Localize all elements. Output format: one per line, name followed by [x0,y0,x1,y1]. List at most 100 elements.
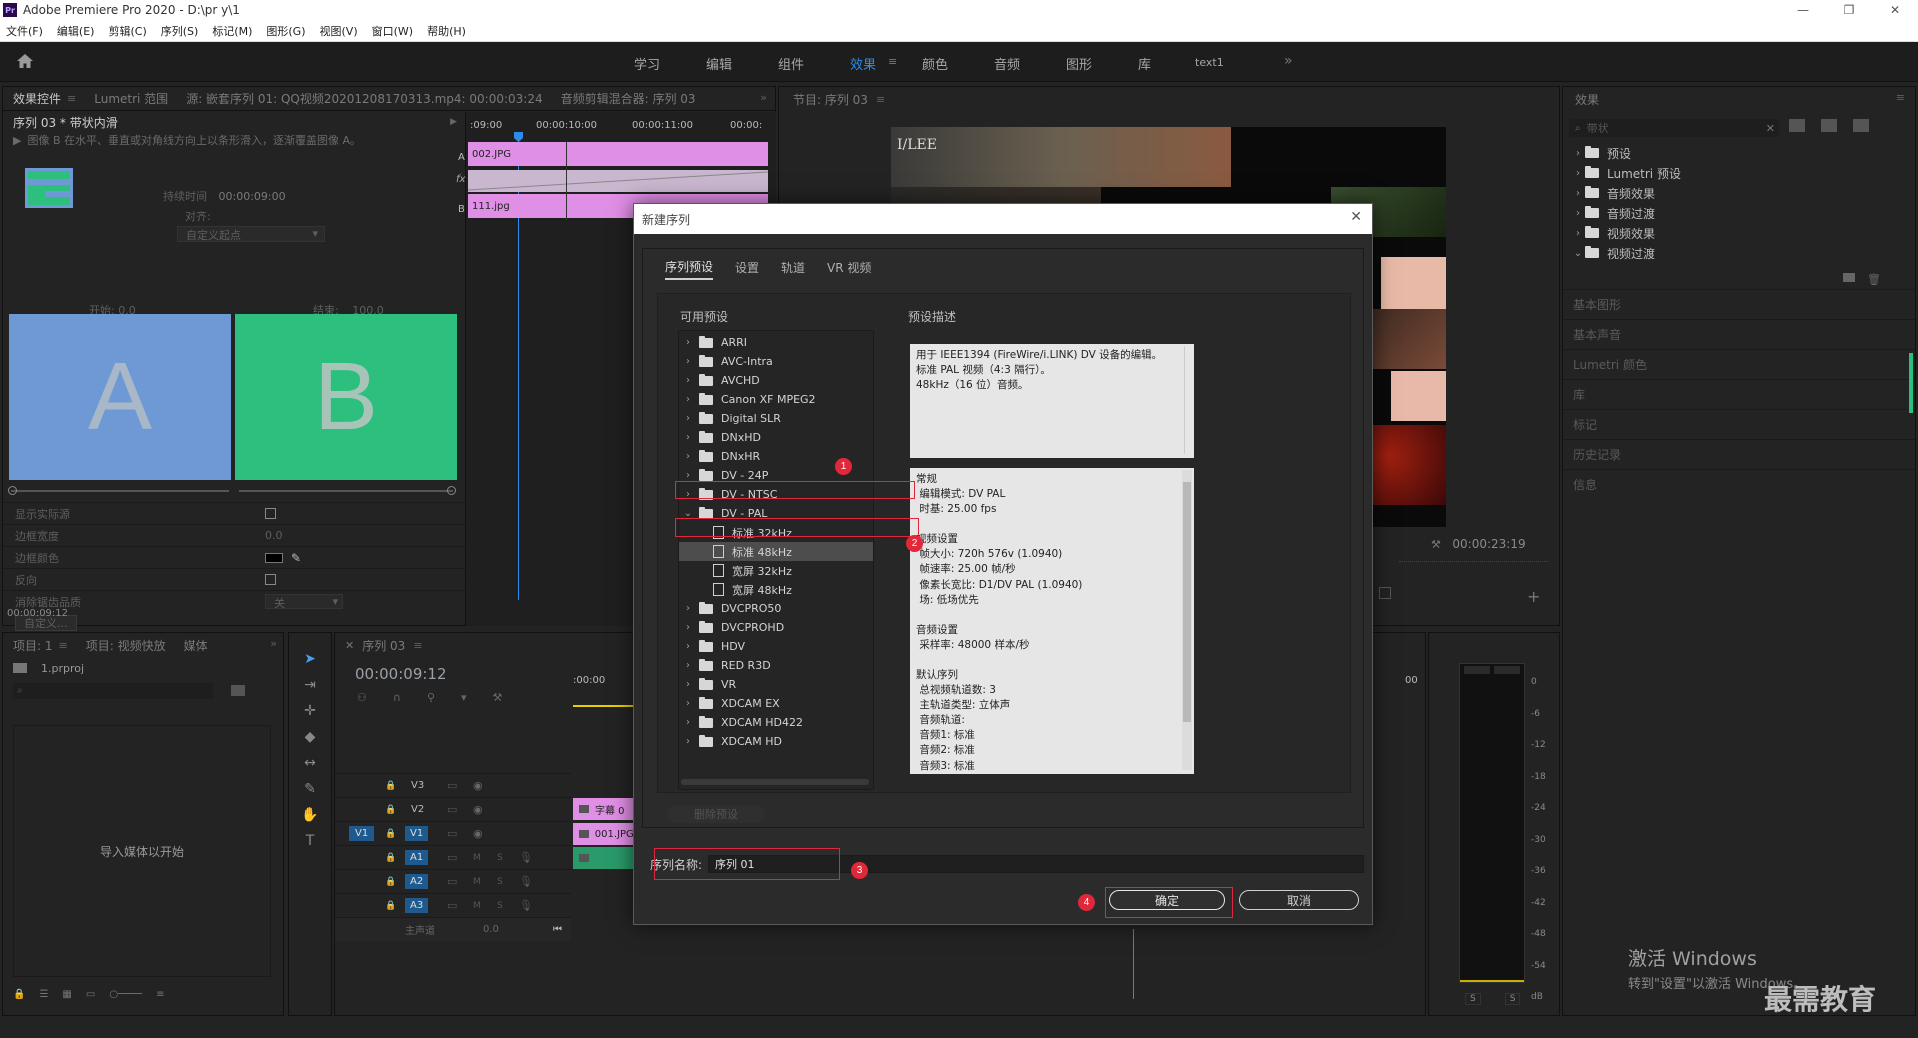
clip-a1-audio[interactable] [573,847,633,869]
effects-item-audio-transitions[interactable]: › 音频过渡 [1571,203,1901,223]
clip-v2-title[interactable]: 字幕 0 [573,798,633,820]
track-sync-icon[interactable]: ▭ [447,779,457,792]
section-history[interactable]: 历史记录 [1563,439,1915,469]
track-lock-icon[interactable]: 🔒 [385,877,396,887]
preset-item[interactable]: 宽屏 48kHz [679,580,873,599]
preset-item[interactable]: 标准 48kHz [679,542,873,561]
preset-item[interactable]: › XDCAM HD [679,732,873,751]
chevron-right-icon[interactable]: › [681,641,695,652]
workspace-libraries[interactable]: 库 [1138,54,1151,73]
home-icon[interactable] [16,53,34,69]
chevron-right-icon[interactable]: › [681,337,695,348]
32bit-effects-icon[interactable] [1821,119,1837,132]
more-workspaces-icon[interactable]: » [1284,53,1293,69]
tab-tracks[interactable]: 轨道 [781,259,805,279]
tab-lumetri-scopes[interactable]: Lumetri 范围 [94,90,168,107]
clip-a[interactable]: 002.JPG [468,142,768,166]
icon-view-icon[interactable]: ▦ [62,989,71,1000]
workspace-graphics[interactable]: 图形 [1066,54,1092,73]
align-dropdown[interactable]: 自定义起点 ▾ [177,226,325,242]
tab-project-1[interactable]: 项目: 1 [13,637,53,654]
preset-item[interactable]: › XDCAM EX [679,694,873,713]
track-select-tool-icon[interactable]: ⇥ [304,677,316,693]
workspace-edit[interactable]: 编辑 [706,54,732,73]
start-slider[interactable] [8,486,229,495]
close-window-icon[interactable]: ✕ [1872,0,1918,20]
chevron-right-icon[interactable]: › [681,736,695,747]
workspace-audio[interactable]: 音频 [994,54,1020,73]
chevron-right-icon[interactable]: › [681,356,695,367]
tab-program[interactable]: 节目: 序列 03 [793,91,868,108]
type-tool-icon[interactable]: T [306,833,315,849]
transition-bar[interactable] [468,170,768,192]
project-drop-area[interactable]: 导入媒体以开始 [13,725,271,977]
preset-item[interactable]: › XDCAM HD422 [679,713,873,732]
workspace-assembly[interactable]: 组件 [778,54,804,73]
tab-sequence-presets[interactable]: 序列预设 [665,258,714,280]
panel-overflow-icon[interactable]: » [760,91,767,104]
tab-media-browser[interactable]: 媒体 [184,637,208,654]
track-eye-icon[interactable]: ◉ [473,803,483,816]
export-frame-icon[interactable] [1379,587,1391,599]
razor-tool-icon[interactable]: ◆ [305,729,316,745]
duration-value[interactable]: 00:00:09:00 [219,190,286,203]
menu-window[interactable]: 窗口(W) [372,23,413,39]
track-eye-icon[interactable]: ◉ [473,779,483,792]
end-slider[interactable] [239,486,456,495]
effects-item-audio-effects[interactable]: › 音频效果 [1571,183,1901,203]
track-eye-icon[interactable]: ◉ [473,827,483,840]
restore-icon[interactable]: ❐ [1826,0,1872,20]
menu-view[interactable]: 视图(V) [320,23,358,39]
mic-icon[interactable]: 🎙 [519,899,533,912]
section-markers[interactable]: 标记 [1563,409,1915,439]
section-libraries[interactable]: 库 [1563,379,1915,409]
menu-sequence[interactable]: 序列(S) [161,23,199,39]
add-marker-icon[interactable]: ▾ [461,691,467,704]
timeline-timecode[interactable]: 00:00:09:12 [355,665,447,683]
workspace-text1[interactable]: text1 [1195,56,1224,69]
track-lock-icon[interactable]: 🔒 [385,829,396,839]
description-scrollbar[interactable] [1184,346,1192,454]
sort-icon[interactable]: ≡ [156,989,164,1000]
track-v1-label[interactable]: V1 [405,826,429,841]
preset-item[interactable]: › Digital SLR [679,409,873,428]
tab-effect-controls[interactable]: 效果控件 [13,90,61,107]
reverse-checkbox[interactable] [265,574,276,585]
tab-sequence-03[interactable]: 序列 03 [362,637,405,654]
track-lock-icon[interactable]: 🔒 [385,805,396,815]
pen-tool-icon[interactable]: ✎ [304,781,316,797]
effects-item-video-transitions[interactable]: ⌄ 视频过渡 [1571,243,1901,263]
chevron-right-icon[interactable]: › [681,451,695,462]
source-patch-v1[interactable]: V1 [349,826,375,841]
preset-item[interactable]: › DVCPRO50 [679,599,873,618]
track-sync-icon[interactable]: ▭ [447,827,457,840]
menu-file[interactable]: 文件(F) [6,23,43,39]
track-lock-icon[interactable]: 🔒 [385,781,396,791]
track-lock-icon[interactable]: 🔒 [385,901,396,911]
section-lumetri-color[interactable]: Lumetri 颜色 [1563,349,1915,379]
new-bin-icon[interactable] [1843,273,1855,282]
program-add-button-icon[interactable]: + [1527,587,1540,606]
workspace-effects[interactable]: 效果 [850,54,876,73]
menu-edit[interactable]: 编辑(E) [57,23,95,39]
antialias-dropdown[interactable]: 关 ▾ [265,594,343,610]
close-tab-icon[interactable]: ✕ [345,639,354,652]
master-go-end-icon[interactable]: ⏮ [553,924,562,935]
menu-graphics[interactable]: 图形(G) [266,23,305,39]
clip-v1-image[interactable]: 001.JPG [573,823,633,845]
freeform-view-icon[interactable]: ▭ [86,989,95,1000]
selection-tool-icon[interactable]: ➤ [304,651,316,667]
list-view-icon[interactable]: ☰ [39,989,48,1000]
chevron-right-icon[interactable]: › [681,603,695,614]
chevron-right-icon[interactable]: › [681,717,695,728]
wrench-icon[interactable]: ⚒ [1431,538,1441,551]
snap-icon[interactable]: ∩ [393,691,401,704]
preset-item[interactable]: › DVCPROHD [679,618,873,637]
workspace-menu-icon[interactable]: ≡ [888,55,897,68]
preset-item[interactable]: 宽屏 32kHz [679,561,873,580]
chevron-right-icon[interactable]: › [681,622,695,633]
cancel-button[interactable]: 取消 [1239,890,1359,910]
chevron-right-icon[interactable]: › [681,698,695,709]
section-essential-sound[interactable]: 基本声音 [1563,319,1915,349]
chevron-right-icon[interactable]: › [681,394,695,405]
